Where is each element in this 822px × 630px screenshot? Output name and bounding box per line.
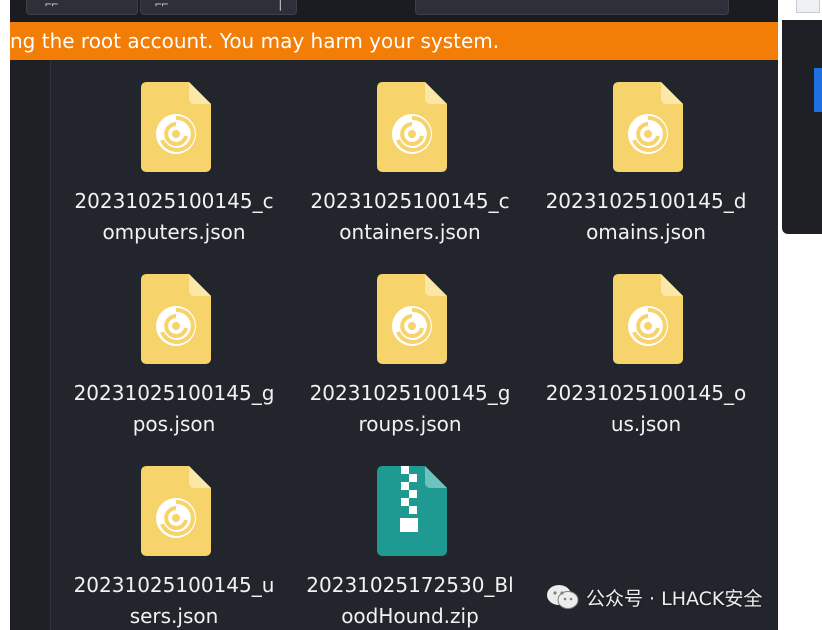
file-name: 20231025100145_c ontainers.json <box>310 189 510 244</box>
toolbar-button[interactable]: ⌐⌐ <box>26 0 138 15</box>
file-item[interactable]: 20231025100145_o us.json <box>528 252 764 438</box>
location-field[interactable] <box>415 0 729 15</box>
accent-bar <box>814 68 822 112</box>
watermark: 公众号 · LHACK安全 <box>546 580 762 614</box>
background-panel <box>782 20 822 234</box>
warning-text: ng the root account. You may harm your s… <box>10 29 500 53</box>
toolbar-button-icon: | <box>277 0 284 11</box>
file-manager-window: ⌐⌐ ⌐⌐ | ng the root account. You may har… <box>10 0 778 630</box>
file-name: 20231025172530_Bl oodHound.zip <box>306 573 514 628</box>
file-item[interactable]: 20231025100145_d omains.json <box>528 60 764 246</box>
sidebar <box>10 60 51 630</box>
json-file-icon <box>141 466 211 556</box>
file-name: 20231025100145_g roups.json <box>309 381 511 436</box>
file-item[interactable]: 20231025172530_Bl oodHound.zip <box>292 444 528 630</box>
file-item[interactable]: 20231025100145_u sers.json <box>56 444 292 630</box>
json-file-icon <box>377 82 447 172</box>
file-name: 20231025100145_g pos.json <box>73 381 275 436</box>
root-warning-banner: ng the root account. You may harm your s… <box>10 22 778 60</box>
wechat-icon <box>547 585 579 609</box>
json-file-icon <box>141 274 211 364</box>
window-control[interactable] <box>796 0 820 13</box>
toolbar-button-icon: ⌐⌐ <box>155 0 169 11</box>
file-grid: 20231025100145_c omputers.json 2023102510… <box>51 60 778 630</box>
file-name: 20231025100145_u sers.json <box>73 573 275 628</box>
file-name: 20231025100145_c omputers.json <box>74 189 274 244</box>
file-name: 20231025100145_d omains.json <box>545 189 747 244</box>
background-window <box>778 0 822 630</box>
file-name: 20231025100145_o us.json <box>545 381 747 436</box>
file-item[interactable]: 20231025100145_c ontainers.json <box>292 60 528 246</box>
toolbar-button-icon: ⌐⌐ <box>45 0 59 11</box>
file-item[interactable]: 20231025100145_g pos.json <box>56 252 292 438</box>
zip-file-icon <box>377 466 447 556</box>
watermark-text: 公众号 · LHACK安全 <box>586 587 763 610</box>
toolbar: ⌐⌐ ⌐⌐ | <box>10 0 778 22</box>
json-file-icon <box>377 274 447 364</box>
toolbar-button[interactable]: ⌐⌐ | <box>140 0 297 15</box>
json-file-icon <box>613 82 683 172</box>
json-file-icon <box>141 82 211 172</box>
json-file-icon <box>613 274 683 364</box>
file-item[interactable]: 20231025100145_c omputers.json <box>56 60 292 246</box>
file-item[interactable]: 20231025100145_g roups.json <box>292 252 528 438</box>
screenshot: ⌐⌐ ⌐⌐ | ng the root account. You may har… <box>0 0 822 630</box>
